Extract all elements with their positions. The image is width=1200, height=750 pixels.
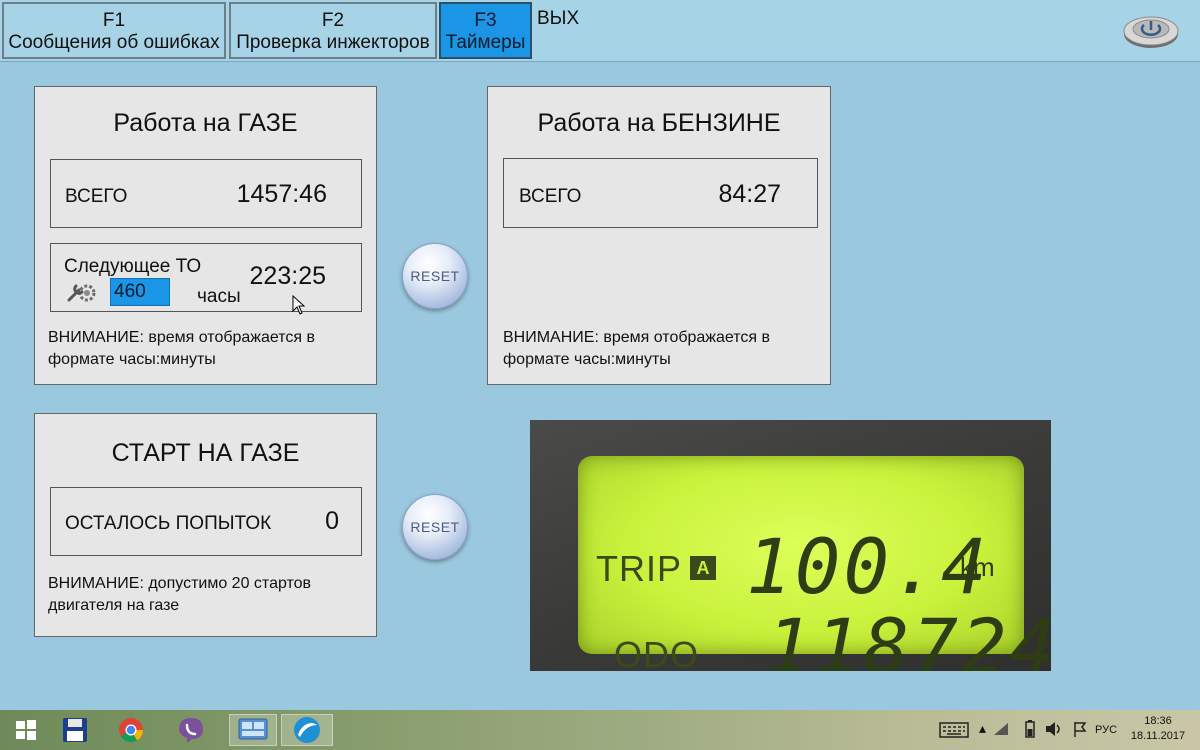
odometer-photo: TRIP A 100.4 km ODO 118724	[530, 420, 1051, 671]
tab-label: Сообщения об ошибках	[8, 32, 220, 53]
gas-total-value: 1457:46	[236, 180, 327, 208]
odo-value: 118724	[766, 602, 1051, 671]
attempts-value: 0	[325, 507, 339, 535]
wrench-gear-icon	[67, 280, 97, 309]
volume-icon[interactable]	[1045, 721, 1063, 740]
exit-button[interactable]: ВЫХ	[537, 8, 579, 30]
odometer-lcd: TRIP A 100.4 km ODO 118724	[578, 456, 1051, 671]
attempts-label: ОСТАЛОСЬ ПОПЫТОК	[65, 513, 272, 534]
hours-unit-label: часы	[197, 286, 241, 307]
battery-icon[interactable]	[1025, 720, 1035, 741]
tab-injector-check[interactable]: F2 Проверка инжекторов	[229, 2, 437, 59]
gas-controller-app-icon[interactable]	[281, 714, 333, 746]
clock-time: 18:36	[1144, 715, 1172, 727]
tab-key: F1	[102, 10, 126, 31]
flag-icon[interactable]	[1073, 721, 1087, 740]
reset-next-service-button[interactable]: RESET	[402, 243, 468, 309]
keyboard-icon[interactable]	[939, 722, 969, 741]
trip-unit: km	[960, 552, 995, 582]
top-tab-bar: F1 Сообщения об ошибках F2 Проверка инже…	[0, 0, 1200, 62]
mouse-cursor-icon	[292, 294, 306, 320]
system-tray: ▴ РУС	[935, 710, 1125, 750]
gas-total-box: ВСЕГО 1457:46	[50, 159, 362, 228]
petrol-total-value: 84:27	[718, 180, 781, 208]
service-interval-hours-input[interactable]: 460	[110, 278, 170, 306]
viber-icon[interactable]	[173, 714, 209, 746]
petrol-time-format-note: ВНИМАНИЕ: время отображается в формате ч…	[503, 329, 771, 368]
chrome-icon[interactable]	[113, 714, 149, 746]
floppy-save-icon[interactable]	[57, 714, 93, 746]
attempts-box: ОСТАЛОСЬ ПОПЫТОК 0	[50, 487, 362, 556]
tab-key: F2	[321, 10, 345, 31]
tab-error-messages[interactable]: F1 Сообщения об ошибках	[2, 2, 226, 59]
tab-timers[interactable]: F3 Таймеры	[439, 2, 532, 59]
gas-start-limit-note: ВНИМАНИЕ: допустимо 20 стартов двигателя…	[48, 575, 312, 614]
next-service-label: Следующее ТО	[64, 256, 202, 277]
panel-title: СТАРТ НА ГАЗЕ	[111, 439, 300, 467]
petrol-work-panel: Работа на БЕНЗИНЕ ВСЕГО 84:27 ВНИМАНИЕ: …	[487, 86, 831, 385]
tab-label: Проверка инжекторов	[236, 32, 430, 53]
gas-time-format-note: ВНИМАНИЕ: время отображается в формате ч…	[48, 329, 316, 368]
gas-start-panel: СТАРТ НА ГАЗЕ ОСТАЛОСЬ ПОПЫТОК 0 ВНИМАНИ…	[34, 413, 377, 637]
chevron-up-icon[interactable]: ▴	[979, 720, 986, 737]
next-service-value: 223:25	[249, 262, 326, 290]
taskbar-clock[interactable]: 18:36 18.11.2017	[1130, 714, 1186, 744]
petrol-total-box: ВСЕГО 84:27	[503, 158, 818, 228]
network-icon[interactable]	[993, 722, 1009, 739]
language-indicator[interactable]: РУС	[1095, 724, 1117, 736]
power-icon[interactable]	[1122, 10, 1180, 50]
odo-label: ODO	[614, 634, 700, 671]
trip-value: 100.4	[746, 522, 990, 611]
windows-start-icon[interactable]	[8, 714, 44, 746]
tab-label: Таймеры	[445, 32, 526, 53]
next-service-box: Следующее ТО 223:25 часы	[50, 243, 362, 312]
total-label: ВСЕГО	[65, 186, 128, 207]
panel-title: Работа на ГАЗЕ	[113, 109, 298, 137]
trip-label: TRIP	[596, 548, 683, 589]
control-panel-app-icon[interactable]	[229, 714, 277, 746]
panel-title: Работа на БЕНЗИНЕ	[537, 109, 781, 137]
reset-start-attempts-button[interactable]: RESET	[402, 494, 468, 560]
trip-badge: A	[690, 556, 716, 580]
tab-key: F3	[474, 10, 497, 31]
windows-taskbar: ▴ РУС 18:36 18.11.2017	[0, 710, 1200, 750]
clock-date: 18.11.2017	[1130, 730, 1186, 742]
total-label: ВСЕГО	[519, 186, 582, 207]
gas-work-panel: Работа на ГАЗЕ ВСЕГО 1457:46 Следующее Т…	[34, 86, 377, 385]
